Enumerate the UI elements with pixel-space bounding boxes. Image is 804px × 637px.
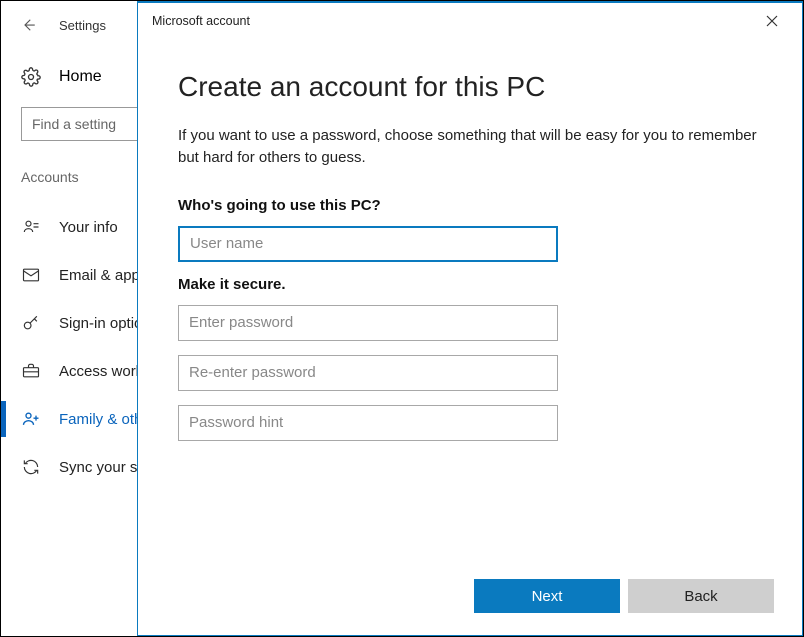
briefcase-icon <box>21 361 41 381</box>
back-button[interactable]: Back <box>628 579 774 613</box>
key-icon <box>21 313 41 333</box>
password-confirm-input[interactable] <box>178 355 558 391</box>
who-question: Who's going to use this PC? <box>178 197 762 214</box>
password-input[interactable] <box>178 305 558 341</box>
people-plus-icon <box>21 409 41 429</box>
back-arrow-icon[interactable] <box>19 16 37 34</box>
person-card-icon <box>21 217 41 237</box>
dialog-title: Microsoft account <box>152 14 250 28</box>
home-label: Home <box>59 68 102 86</box>
password-hint-input[interactable] <box>178 405 558 441</box>
dialog-description: If you want to use a password, choose so… <box>178 125 758 169</box>
account-dialog: Microsoft account Create an account for … <box>137 1 803 636</box>
close-button[interactable] <box>752 6 792 36</box>
secure-heading: Make it secure. <box>178 276 762 293</box>
username-input[interactable] <box>178 226 558 262</box>
dialog-heading: Create an account for this PC <box>178 71 762 103</box>
settings-title: Settings <box>59 18 106 33</box>
sync-icon <box>21 457 41 477</box>
next-button[interactable]: Next <box>474 579 620 613</box>
mail-icon <box>21 265 41 285</box>
gear-icon <box>21 67 41 87</box>
sidebar-item-label: Your info <box>59 219 118 236</box>
